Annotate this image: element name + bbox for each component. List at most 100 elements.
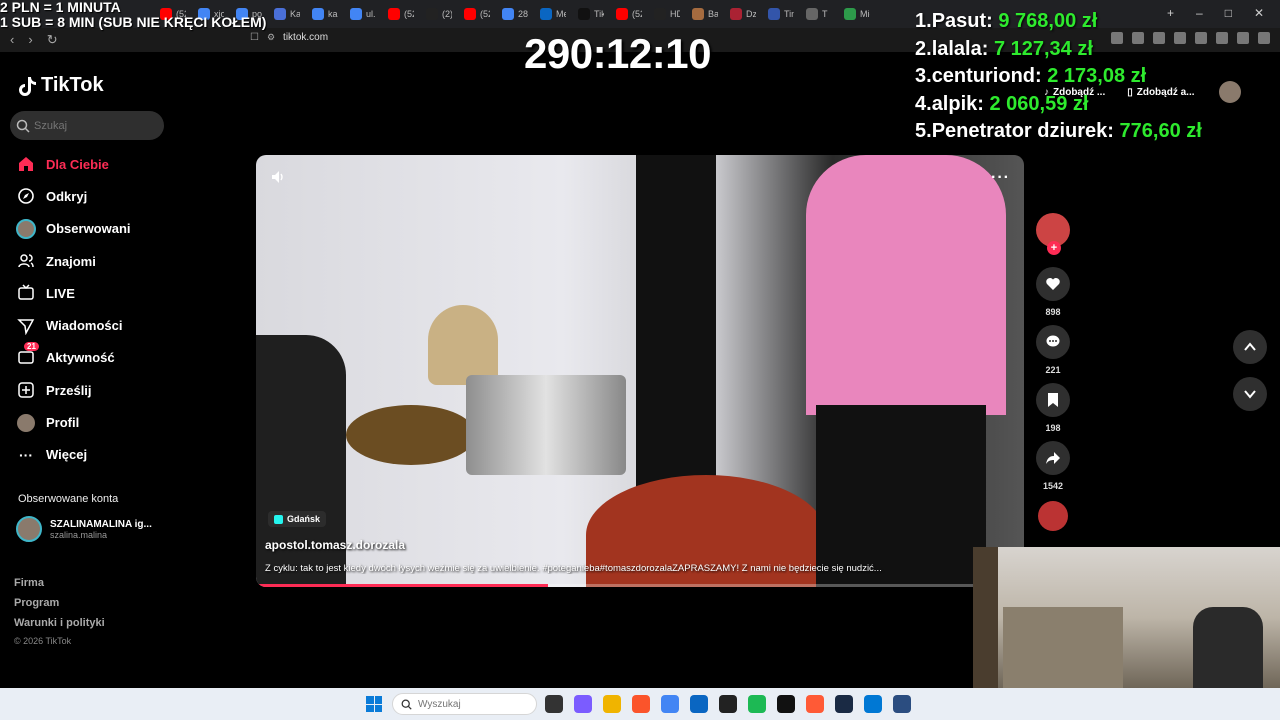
donation-amount: 9 768,00 zł	[998, 10, 1098, 32]
video-author[interactable]: apostol.tomasz.dorozala	[265, 538, 405, 552]
sound-disc-avatar[interactable]	[1038, 501, 1068, 531]
tab-favicon-icon	[806, 8, 818, 20]
nav-label: LIVE	[46, 285, 75, 301]
nav-label: Aktywność	[46, 350, 115, 366]
nav-item-friends[interactable]: Znajomi	[16, 245, 131, 277]
chevron-up-icon	[1244, 342, 1256, 351]
taskbar-app-icon[interactable]	[777, 695, 795, 713]
creator-avatar[interactable]: +	[1036, 213, 1070, 255]
save-button[interactable]	[1036, 383, 1070, 417]
nav-label: Odkryj	[46, 188, 88, 204]
nav-item-activity[interactable]: 21 Aktywność	[16, 341, 131, 374]
compass-icon	[16, 186, 36, 206]
nav-item-following[interactable]: Obserwowani	[16, 213, 131, 245]
taskbar-app-icon[interactable]	[893, 695, 911, 713]
taskbar-app-icon[interactable]	[864, 695, 882, 713]
previous-video-button[interactable]	[1233, 330, 1267, 364]
taskbar-app-icon[interactable]	[661, 695, 679, 713]
footer-link-company[interactable]: Firma	[14, 573, 105, 593]
leaderboard-row: 1.Pasut: 9 768,00 zł	[915, 8, 1202, 36]
browser-tab[interactable]: (52)	[382, 0, 420, 28]
browser-tab[interactable]: HD	[648, 0, 686, 28]
address-bar[interactable]: ☐ ⚙ tiktok.com	[250, 32, 328, 43]
comment-button[interactable]	[1036, 325, 1070, 359]
browser-tab[interactable]: kan	[306, 0, 344, 28]
donor-name: centuriond:	[931, 65, 1042, 87]
location-tag[interactable]: Gdańsk	[268, 511, 327, 527]
like-button[interactable]	[1036, 267, 1070, 301]
followed-account[interactable]: SZALINAMALINA ig... szalina.malina	[16, 516, 152, 542]
browser-tab[interactable]: ul. V	[344, 0, 382, 28]
nav-item-messages[interactable]: Wiadomości	[16, 309, 131, 341]
taskbar-app-icon[interactable]	[806, 695, 824, 713]
nav-item-upload[interactable]: Prześlij	[16, 374, 131, 406]
site-info-icon[interactable]: ⚙	[267, 32, 275, 43]
progress-fill	[256, 584, 548, 587]
heart-icon	[1046, 278, 1060, 290]
browser-tab[interactable]: Mie	[838, 0, 876, 28]
next-video-button[interactable]	[1233, 377, 1267, 411]
browser-tab[interactable]: Tin	[762, 0, 800, 28]
browser-tab[interactable]: (52)	[610, 0, 648, 28]
taskbar-app-icon[interactable]	[632, 695, 650, 713]
taskbar-app-icon[interactable]	[574, 695, 592, 713]
browser-tab[interactable]: (52)	[458, 0, 496, 28]
nav-item-more[interactable]: ··· Więcej	[16, 439, 131, 471]
copyright: © 2026 TikTok	[14, 636, 72, 646]
share-button[interactable]	[1036, 441, 1070, 475]
taskbar-app-icon[interactable]	[545, 695, 563, 713]
tab-favicon-icon	[654, 8, 666, 20]
back-icon[interactable]: ‹	[10, 32, 14, 48]
windows-start-icon[interactable]	[366, 696, 382, 712]
taskbar-search[interactable]	[392, 693, 537, 715]
search-box[interactable]	[10, 111, 164, 140]
reload-icon[interactable]: ↻	[47, 32, 58, 48]
taskbar-app-icon[interactable]	[719, 695, 737, 713]
taskbar-app-icon[interactable]	[835, 695, 853, 713]
browser-tab[interactable]: Bab	[686, 0, 724, 28]
browser-tab[interactable]: (2) J	[420, 0, 458, 28]
donation-amount: 7 127,34 zł	[993, 37, 1093, 60]
extension-icon[interactable]	[1216, 32, 1228, 44]
video-player[interactable]: ··· Gdańsk apostol.tomasz.dorozala Z cyk…	[256, 155, 1024, 587]
live-icon	[16, 283, 36, 303]
browser-tab[interactable]: Mec	[534, 0, 572, 28]
close-icon[interactable]: ✕	[1254, 6, 1264, 20]
account-handle: szalina.malina	[50, 529, 108, 540]
like-count: 898	[1045, 307, 1061, 317]
donation-amount: 2 173,08 zł	[1047, 65, 1147, 87]
browser-tab[interactable]: T	[800, 0, 838, 28]
search-input[interactable]	[34, 119, 154, 132]
forward-icon[interactable]: ›	[28, 32, 32, 48]
taskbar-app-icon[interactable]	[690, 695, 708, 713]
footer-link-program[interactable]: Program	[14, 593, 105, 613]
more-options-icon[interactable]: ···	[991, 169, 1010, 187]
nav-item-profile[interactable]: Profil	[16, 406, 131, 438]
browser-tab[interactable]: 28 u	[496, 0, 534, 28]
maximize-icon[interactable]: □	[1225, 6, 1232, 20]
tiktok-logo[interactable]: TikTok	[17, 74, 104, 97]
bookmark-icon[interactable]: ☐	[250, 32, 259, 43]
activity-icon	[16, 348, 36, 368]
volume-icon[interactable]	[270, 169, 286, 190]
follow-plus-icon[interactable]: +	[1047, 241, 1061, 255]
footer-link-terms[interactable]: Warunki i polityki	[14, 613, 105, 633]
nav-item-for-you[interactable]: Dla Ciebie	[16, 148, 131, 180]
browser-tab[interactable]: Kale	[268, 0, 306, 28]
tab-label: Dzi	[746, 9, 756, 19]
nav-label: Profil	[46, 415, 80, 431]
followed-accounts-heading: Obserwowane konta	[18, 493, 119, 505]
taskbar-app-icon[interactable]	[603, 695, 621, 713]
nav-item-live[interactable]: LIVE	[16, 277, 131, 309]
browser-tab[interactable]: Dzi	[724, 0, 762, 28]
url-text[interactable]: tiktok.com	[283, 32, 328, 43]
user-avatar[interactable]	[1218, 81, 1241, 103]
menu-icon[interactable]	[1258, 32, 1270, 44]
video-scene	[816, 405, 986, 587]
taskbar-search-input[interactable]	[418, 698, 518, 710]
nav-item-explore[interactable]: Odkryj	[16, 180, 131, 212]
taskbar-app-icon[interactable]	[748, 695, 766, 713]
browser-tab[interactable]: TikT	[572, 0, 610, 28]
video-progress-bar[interactable]	[256, 584, 1024, 587]
extension-icon[interactable]	[1237, 32, 1249, 44]
